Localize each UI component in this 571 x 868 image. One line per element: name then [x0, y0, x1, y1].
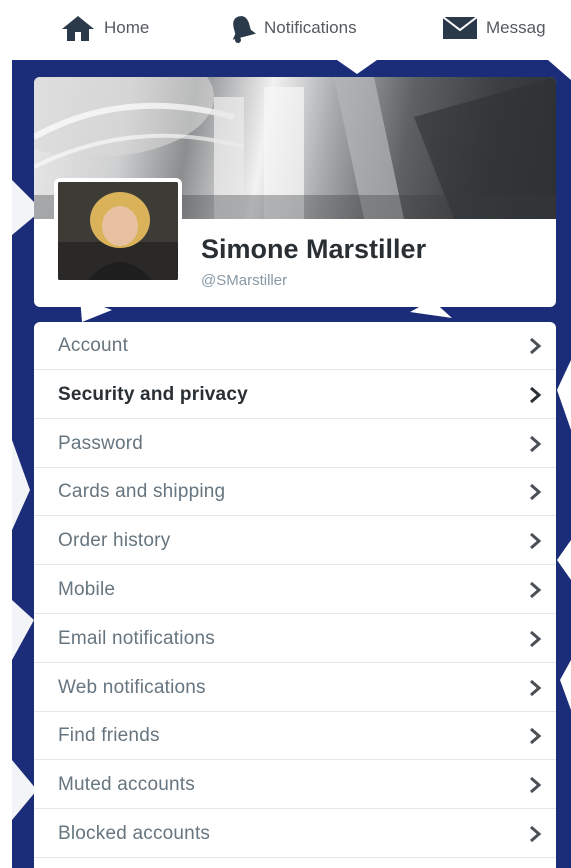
menu-item-order-history[interactable]: Order history [34, 517, 556, 565]
menu-item-account[interactable]: Account [34, 322, 556, 370]
menu-item-label: Cards and shipping [58, 480, 226, 502]
menu-item-label: Web notifications [58, 676, 206, 698]
menu-item-muted-accounts[interactable]: Muted accounts [34, 761, 556, 809]
menu-item-security-and-privacy[interactable]: Security and privacy [34, 371, 556, 419]
chevron-right-icon [530, 532, 542, 550]
menu-item-cards-and-shipping[interactable]: Cards and shipping [34, 468, 556, 516]
chevron-right-icon [530, 435, 542, 453]
menu-item-web-notifications[interactable]: Web notifications [34, 664, 556, 712]
nav-notifications[interactable]: Notifications [228, 12, 357, 44]
menu-item-label: Order history [58, 529, 171, 551]
menu-item-label: Mobile [58, 578, 116, 600]
profile-name[interactable]: Simone Marstiller [201, 234, 426, 265]
envelope-icon [442, 16, 478, 39]
chevron-right-icon [530, 337, 542, 355]
menu-item-label: Find friends [58, 724, 160, 746]
menu-item-label: Security and privacy [58, 383, 248, 405]
nav-home[interactable]: Home [60, 12, 149, 44]
menu-item-mobile[interactable]: Mobile [34, 566, 556, 614]
profile-handle[interactable]: @SMarstiller [201, 272, 287, 289]
nav-messages-label: Messag [486, 18, 546, 37]
chevron-right-icon [530, 776, 542, 794]
avatar-photo [58, 182, 178, 280]
chevron-right-icon [530, 386, 542, 404]
chevron-right-icon [530, 483, 542, 501]
menu-item-password[interactable]: Password [34, 420, 556, 468]
menu-item-label: Blocked accounts [58, 822, 211, 844]
chevron-right-icon [530, 727, 542, 745]
home-icon [62, 16, 94, 41]
nav-notifications-label: Notifications [264, 18, 357, 37]
nav-messages[interactable]: Messag [442, 12, 546, 44]
menu-item-label: Email notifications [58, 627, 215, 649]
menu-item-label: Password [58, 432, 144, 454]
menu-item-blocked-accounts[interactable]: Blocked accounts [34, 810, 556, 858]
menu-item-email-notifications[interactable]: Email notifications [34, 615, 556, 663]
nav-home-label: Home [104, 18, 150, 37]
chevron-right-icon [530, 581, 542, 599]
chevron-right-icon [530, 825, 542, 843]
settings-menu: Account Security and privacy Password Cards… [34, 322, 556, 868]
menu-item-find-friends[interactable]: Find friends [34, 712, 556, 760]
menu-item-label: Account [58, 334, 129, 356]
top-navigation-bar: Home Notifications Messag [0, 0, 571, 58]
chevron-right-icon [530, 679, 542, 697]
menu-item-label: Muted accounts [58, 773, 195, 795]
bell-icon [232, 16, 256, 43]
avatar[interactable] [54, 178, 182, 284]
chevron-right-icon [530, 630, 542, 648]
